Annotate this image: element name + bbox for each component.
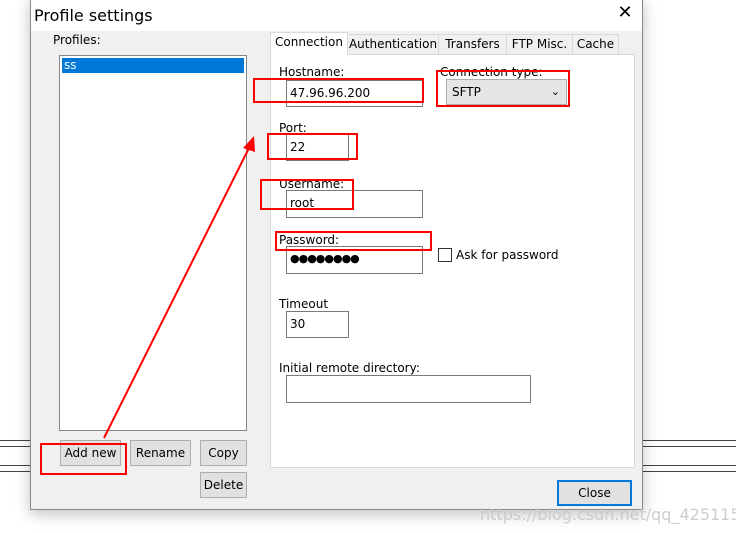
annotation-arrow bbox=[103, 136, 255, 439]
watermark: https://blog.csdn.net/qq_42511550 bbox=[480, 505, 736, 524]
